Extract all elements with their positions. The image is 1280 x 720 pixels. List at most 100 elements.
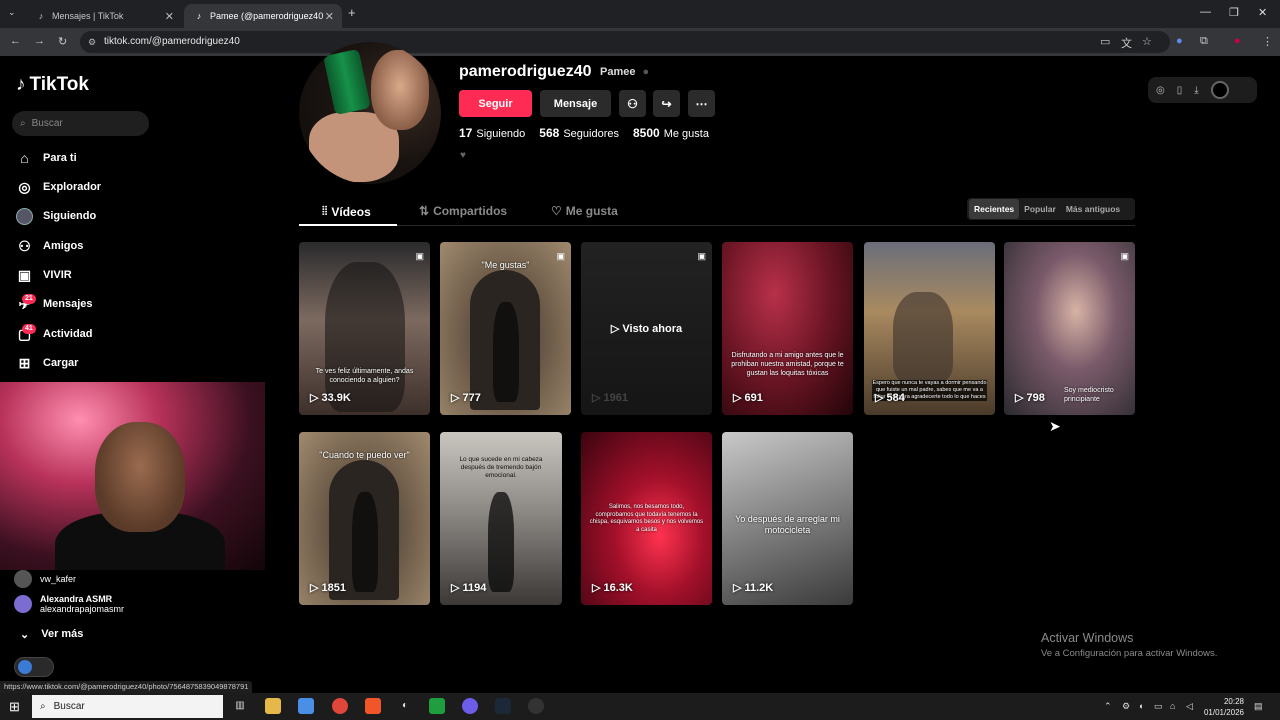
video-thumbnail[interactable]: Espero que nunca te vayas a dormir pensa… bbox=[864, 242, 995, 415]
cast-icon[interactable]: ▭ bbox=[1100, 35, 1110, 48]
microphone-icon[interactable]: ◖ bbox=[1138, 701, 1143, 711]
sidebar-item-vivir[interactable]: ▣ VIVIR bbox=[16, 265, 72, 285]
task-view-icon[interactable]: ▥ bbox=[232, 698, 248, 714]
network-icon[interactable]: ⌂ bbox=[1170, 701, 1175, 711]
video-thumbnail[interactable]: ▣ "Me gustas" ▷ 777 bbox=[440, 242, 571, 415]
more-options-icon[interactable]: ⋯ bbox=[688, 90, 715, 117]
view-count: ▷ 11.2K bbox=[733, 581, 773, 595]
obs-icon[interactable] bbox=[528, 698, 544, 714]
photo-carousel-icon: ▣ bbox=[415, 251, 424, 261]
brave-icon[interactable] bbox=[365, 698, 381, 714]
stat-label: Me gusta bbox=[663, 128, 709, 140]
compass-icon[interactable]: ◎ bbox=[1156, 85, 1165, 96]
sidebar-item-para-ti[interactable]: ⌂ Para ti bbox=[16, 148, 76, 168]
video-caption: Lo que sucede en mi cabeza después de tr… bbox=[459, 456, 543, 480]
close-tab-icon[interactable]: ✕ bbox=[165, 10, 174, 23]
video-thumbnail[interactable]: ▣ Soy mediocristo principiante ▷ 798 bbox=[1004, 242, 1135, 415]
sidebar-item-explorador[interactable]: ◎ Explorador bbox=[16, 177, 101, 197]
tab-compartidos[interactable]: ⇅ Compartidos bbox=[419, 204, 507, 218]
browser-tab-profile[interactable]: ♪ Pamee (@pamerodriguez40 ✕ bbox=[184, 4, 342, 28]
forward-icon[interactable]: → bbox=[34, 35, 45, 47]
account-handle: alexandrapajomasmr bbox=[40, 604, 125, 614]
sidebar-item-cargar[interactable]: ⊞ Cargar bbox=[16, 353, 79, 373]
tab-me-gusta[interactable]: ♡ Me gusta bbox=[551, 204, 618, 218]
add-friend-icon[interactable]: ⚇ bbox=[619, 90, 646, 117]
new-tab-icon[interactable]: + bbox=[348, 5, 356, 20]
close-tab-icon[interactable]: ✕ bbox=[325, 10, 334, 23]
view-count: ▷ 1851 bbox=[310, 581, 346, 595]
see-more-button[interactable]: ⌄ Ver más bbox=[20, 628, 83, 641]
thumbnail-subject bbox=[488, 492, 514, 592]
minimize-icon[interactable]: — bbox=[1200, 6, 1211, 18]
message-button[interactable]: Mensaje bbox=[540, 90, 611, 117]
view-count: ▷ 16.3K bbox=[592, 581, 633, 595]
volume-icon[interactable]: ◁ bbox=[1186, 701, 1193, 712]
discord-icon[interactable] bbox=[462, 698, 478, 714]
following-account-alexandra[interactable]: Alexandra ASMR alexandrapajomasmr bbox=[14, 594, 124, 614]
bookmark-star-icon[interactable]: ☆ bbox=[1142, 35, 1152, 48]
taskbar-search[interactable]: ⌕ Buscar bbox=[32, 695, 223, 718]
video-thumbnail[interactable]: ▣ Te ves feliz últimamente, andas conoci… bbox=[299, 242, 430, 415]
chevron-down-icon: ⌄ bbox=[20, 629, 30, 641]
stat-likes: 8500 Me gusta bbox=[633, 126, 709, 140]
extensions-puzzle-icon[interactable]: ⧉ bbox=[1200, 35, 1208, 48]
video-thumbnail[interactable]: Disfrutando a mi amigo antes que le proh… bbox=[722, 242, 853, 415]
video-caption: "Cuando te puedo ver" bbox=[319, 450, 410, 460]
browser-toolbar: ← → ↻ ⚙ tiktok.com/@pamerodriguez40 ▭ 文 … bbox=[0, 28, 1280, 56]
close-window-icon[interactable]: ✕ bbox=[1258, 6, 1267, 19]
tab-videos[interactable]: ⦙⦙ Vídeos bbox=[322, 204, 371, 219]
tiktok-logo[interactable]: ♪ TikTok bbox=[16, 74, 89, 96]
stat-followers[interactable]: 568 Seguidores bbox=[539, 126, 619, 140]
taskbar-clock[interactable]: 20:28 01/01/2026 bbox=[1204, 696, 1244, 718]
menu-kebab-icon[interactable]: ⋮ bbox=[1262, 35, 1273, 48]
steam-icon[interactable] bbox=[495, 698, 511, 714]
stat-following[interactable]: 17 Siguiendo bbox=[459, 126, 525, 140]
download-icon[interactable]: ⤓ bbox=[1194, 85, 1198, 96]
sort-mas-antiguos[interactable]: Más antiguos bbox=[1061, 199, 1125, 219]
restore-icon[interactable]: ❐ bbox=[1229, 6, 1239, 19]
address-bar[interactable]: ⚙ tiktok.com/@pamerodriguez40 bbox=[80, 31, 1170, 53]
app-icon[interactable]: ◐ bbox=[397, 698, 413, 714]
tray-app-icon[interactable]: ⚙ bbox=[1122, 701, 1130, 712]
start-windows-icon[interactable]: ⊞ bbox=[9, 699, 20, 715]
thumbnail-subject bbox=[492, 302, 519, 402]
back-icon[interactable]: ← bbox=[10, 35, 21, 47]
toggle-dot-icon bbox=[18, 660, 32, 674]
xbox-icon[interactable] bbox=[429, 698, 445, 714]
browser-tab-messages[interactable]: ♪ Mensajes | TikTok ✕ bbox=[26, 4, 182, 28]
video-thumbnail[interactable]: Yo después de arreglar mi motocicleta ▷ 1… bbox=[722, 432, 853, 605]
share-icon[interactable]: ↪ bbox=[653, 90, 680, 117]
following-account-vw-kafer[interactable]: vw_kafer bbox=[14, 570, 76, 588]
view-count-value: 33.9K bbox=[321, 391, 351, 404]
sidebar-item-label: Cargar bbox=[43, 357, 79, 369]
floating-toggle[interactable] bbox=[14, 657, 54, 677]
extension-icon[interactable]: ● bbox=[1176, 35, 1183, 47]
video-thumbnail[interactable]: Salimos, nos besamos todo, comprobamos q… bbox=[581, 432, 712, 605]
video-thumbnail[interactable]: Lo que sucede en mi cabeza después de tr… bbox=[440, 432, 562, 605]
file-explorer-icon[interactable] bbox=[265, 698, 281, 714]
video-thumbnail[interactable]: ▣ ▷ Visto ahora ▷ 1961 bbox=[581, 242, 712, 415]
chrome-icon[interactable] bbox=[332, 698, 348, 714]
phone-icon[interactable]: ▯ bbox=[1177, 85, 1183, 96]
reload-icon[interactable]: ↻ bbox=[58, 35, 67, 48]
sort-recientes[interactable]: Recientes bbox=[969, 199, 1020, 219]
record-ring-icon[interactable] bbox=[1210, 81, 1229, 99]
sidebar-item-siguiendo[interactable]: Siguiendo bbox=[16, 206, 96, 226]
play-icon: ▷ bbox=[451, 392, 460, 404]
sidebar-item-amigos[interactable]: ⚇ Amigos bbox=[16, 236, 83, 256]
tab-search-icon[interactable]: ⌄ bbox=[8, 7, 16, 18]
follow-button[interactable]: Seguir bbox=[459, 90, 532, 117]
search-input[interactable]: ⌕ Buscar bbox=[12, 111, 149, 136]
profile-avatar-icon[interactable]: ● bbox=[1234, 35, 1241, 47]
notifications-icon[interactable]: ▤ bbox=[1254, 701, 1263, 712]
sort-popular[interactable]: Popular bbox=[1019, 199, 1061, 219]
battery-icon[interactable]: ▭ bbox=[1154, 701, 1163, 712]
site-info-icon[interactable]: ⚙ bbox=[88, 31, 96, 53]
video-thumbnail[interactable]: "Cuando te puedo ver" ▷ 1851 bbox=[299, 432, 430, 605]
profile-avatar[interactable] bbox=[299, 42, 441, 184]
streamer-face bbox=[95, 422, 185, 532]
tray-chevron-icon[interactable]: ⌃ bbox=[1104, 701, 1112, 712]
home-icon: ⌂ bbox=[20, 150, 29, 166]
translate-icon[interactable]: 文 bbox=[1121, 35, 1132, 51]
store-icon[interactable] bbox=[298, 698, 314, 714]
